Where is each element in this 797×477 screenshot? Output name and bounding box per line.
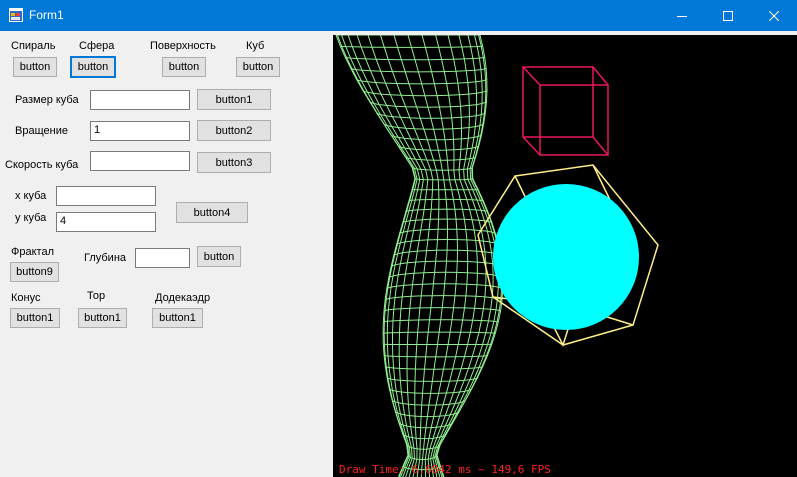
fractal-label: Фрактал bbox=[11, 246, 54, 258]
dotted-sphere bbox=[493, 184, 639, 330]
cube-position-button[interactable]: button4 bbox=[176, 202, 248, 223]
surface-button[interactable]: button bbox=[162, 57, 206, 77]
cube-button[interactable]: button bbox=[236, 57, 280, 77]
cube-speed-input[interactable] bbox=[90, 151, 190, 171]
cube-y-label: y куба bbox=[15, 212, 47, 224]
scene-canvas bbox=[335, 35, 659, 477]
app-icon bbox=[9, 8, 23, 22]
title-bar[interactable]: Form1 bbox=[0, 0, 797, 31]
cube-size-input[interactable] bbox=[90, 90, 190, 110]
cube-x-label: x куба bbox=[15, 190, 47, 202]
window-title: Form1 bbox=[29, 8, 64, 22]
torus-label: Тор bbox=[87, 290, 106, 302]
dodecahedron-button[interactable]: button1 bbox=[152, 308, 203, 328]
cube-speed-button[interactable]: button3 bbox=[197, 152, 271, 173]
close-button[interactable] bbox=[751, 0, 797, 31]
maximize-button[interactable] bbox=[705, 0, 751, 31]
spiral-label: Спираль bbox=[11, 40, 56, 52]
cone-button[interactable]: button1 bbox=[10, 308, 60, 328]
cube-size-label: Размер куба bbox=[15, 94, 79, 106]
render-viewport[interactable]: Draw Time: 6,6842 ms ~ 149,6 FPS bbox=[333, 35, 797, 477]
sphere-button[interactable]: button bbox=[70, 56, 116, 78]
spiral-button[interactable]: button bbox=[13, 57, 57, 77]
cube-label: Куб bbox=[246, 40, 265, 52]
minimize-button[interactable] bbox=[659, 0, 705, 31]
torus-button[interactable]: button1 bbox=[78, 308, 127, 328]
dodecahedron-label: Додекаэдр bbox=[155, 292, 211, 304]
depth-label: Глубина bbox=[84, 252, 127, 264]
sphere-label: Сфера bbox=[79, 40, 115, 52]
cube-x-input[interactable] bbox=[56, 186, 156, 206]
status-readout: Draw Time: 6,6842 ms ~ 149,6 FPS bbox=[339, 463, 551, 476]
cube-speed-label: Скорость куба bbox=[5, 159, 79, 171]
cube-size-button[interactable]: button1 bbox=[197, 89, 271, 110]
fractal-button[interactable]: button9 bbox=[10, 262, 59, 282]
cone-label: Конус bbox=[11, 292, 41, 304]
cube-wireframe bbox=[522, 66, 609, 156]
maximize-icon bbox=[723, 10, 733, 21]
depth-button[interactable]: button bbox=[197, 246, 241, 267]
depth-input[interactable] bbox=[135, 248, 190, 268]
cube-y-input[interactable]: 4 bbox=[56, 212, 156, 232]
rotation-button[interactable]: button2 bbox=[197, 120, 271, 141]
rotation-label: Вращение bbox=[15, 125, 68, 137]
rotation-input[interactable]: 1 bbox=[90, 121, 190, 141]
minimize-icon bbox=[677, 15, 687, 17]
wireframe-surface bbox=[335, 35, 504, 477]
close-icon bbox=[769, 10, 779, 21]
surface-label: Поверхность bbox=[150, 40, 216, 52]
